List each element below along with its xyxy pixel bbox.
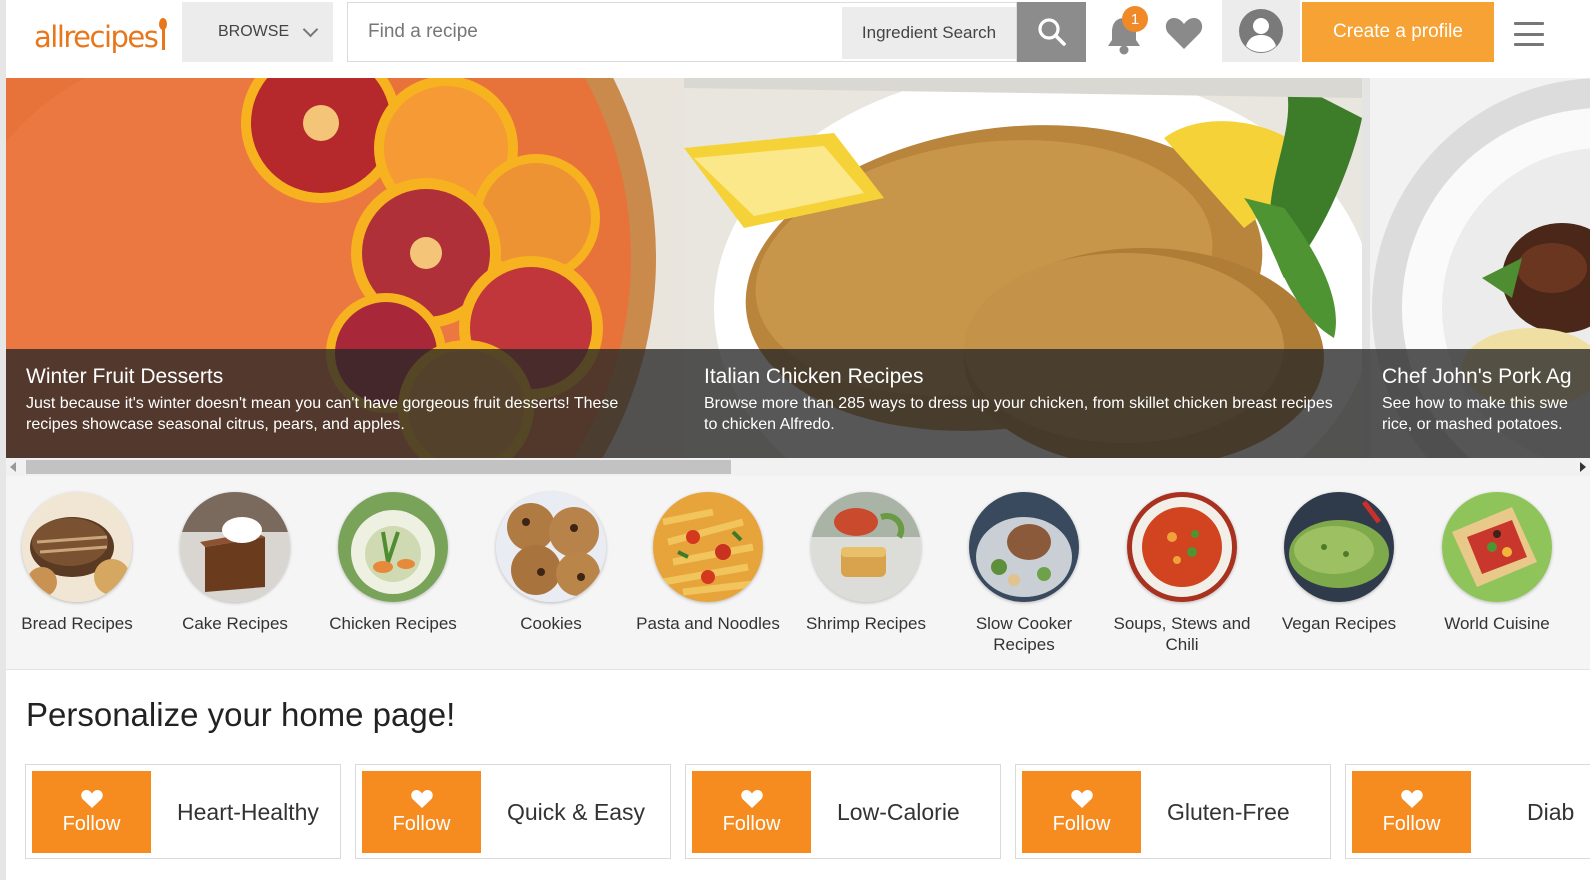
scroll-left-arrow-icon[interactable] xyxy=(10,462,16,472)
search-button[interactable] xyxy=(1017,2,1086,62)
topic-label: Low-Calorie xyxy=(837,799,960,825)
follow-card: Follow Low-Calorie xyxy=(685,764,1001,859)
category-image xyxy=(653,492,763,602)
category-label: Cookies xyxy=(520,614,582,633)
category-label: Soups, Stews and Chili xyxy=(1113,614,1251,654)
category-cookies[interactable]: Cookies xyxy=(476,492,626,634)
topic-label: Quick & Easy xyxy=(507,799,646,825)
site-header: allrecipes BROWSE Ingredient Search 1 xyxy=(6,0,1590,78)
follow-label-text: Follow xyxy=(722,812,781,835)
follow-label-text: Follow xyxy=(62,812,121,835)
follow-card: Follow Gluten-Free xyxy=(1015,764,1331,859)
notification-badge: 1 xyxy=(1122,6,1148,32)
user-icon xyxy=(1239,9,1283,53)
carousel-scrollbar[interactable] xyxy=(6,458,1590,476)
category-label: World Cuisine xyxy=(1444,614,1550,633)
category-soups[interactable]: Soups, Stews and Chili xyxy=(1107,492,1257,655)
category-image xyxy=(811,492,921,602)
scroll-right-arrow-icon[interactable] xyxy=(1580,462,1586,472)
spoon-icon xyxy=(159,18,168,50)
create-profile-button[interactable]: Create a profile xyxy=(1302,2,1494,62)
follow-button[interactable]: Follow xyxy=(1352,771,1471,853)
category-vegan[interactable]: Vegan Recipes xyxy=(1264,492,1414,634)
slide-title[interactable]: Italian Chicken Recipes xyxy=(704,365,1342,389)
category-chicken[interactable]: Chicken Recipes xyxy=(318,492,468,634)
slide-title[interactable]: Winter Fruit Desserts xyxy=(26,365,664,389)
follow-card: Follow Diab xyxy=(1345,764,1590,859)
browse-label: BROWSE xyxy=(218,23,290,40)
category-world-cuisine[interactable]: World Cuisine xyxy=(1422,492,1572,634)
slide-description: Just because it's winter doesn't mean yo… xyxy=(26,395,619,433)
follow-label-text: Follow xyxy=(392,812,451,835)
category-image xyxy=(969,492,1079,602)
heart-icon xyxy=(1400,789,1423,808)
topic-label: Gluten-Free xyxy=(1167,799,1290,825)
category-shrimp[interactable]: Shrimp Recipes xyxy=(791,492,941,634)
follow-button[interactable]: Follow xyxy=(1022,771,1141,853)
search-bar: Ingredient Search xyxy=(347,2,1017,62)
scrollbar-thumb[interactable] xyxy=(26,460,731,474)
favorites-button[interactable] xyxy=(1164,16,1204,50)
personalize-title: Personalize your home page! xyxy=(26,696,456,733)
search-icon xyxy=(1037,18,1066,46)
featured-carousel: Winter Fruit Desserts Just because it's … xyxy=(6,78,1590,458)
heart-icon xyxy=(1165,18,1203,49)
category-image xyxy=(180,492,290,602)
follow-card: Follow Heart-Healthy xyxy=(25,764,341,859)
category-image xyxy=(1284,492,1394,602)
category-label: Cake Recipes xyxy=(182,614,288,633)
category-label: Pasta and Noodles xyxy=(636,614,780,633)
logo-text: allrecipes xyxy=(34,20,159,54)
topic-label: Heart-Healthy xyxy=(177,799,319,825)
category-slow-cooker[interactable]: Slow Cooker Recipes xyxy=(949,492,1099,655)
search-input[interactable] xyxy=(348,3,842,61)
category-label: Vegan Recipes xyxy=(1281,614,1397,633)
topic-label: Diab xyxy=(1527,799,1575,825)
category-image xyxy=(338,492,448,602)
category-bread[interactable]: Bread Recipes xyxy=(2,492,152,634)
slide-title[interactable]: Chef John's Pork Ag xyxy=(1382,365,1572,389)
follow-button[interactable]: Follow xyxy=(32,771,151,853)
category-label: Shrimp Recipes xyxy=(806,614,926,633)
slide-description: Browse more than 285 ways to dress up yo… xyxy=(704,395,1333,433)
chevron-down-icon xyxy=(302,21,319,37)
category-pasta[interactable]: Pasta and Noodles xyxy=(633,492,783,634)
category-image xyxy=(22,492,132,602)
browse-menu-button[interactable]: BROWSE xyxy=(182,2,333,62)
category-image xyxy=(1442,492,1552,602)
allrecipes-logo[interactable]: allrecipes xyxy=(34,12,168,62)
follow-button[interactable]: Follow xyxy=(362,771,481,853)
heart-icon xyxy=(1070,789,1093,808)
follow-card: Follow Quick & Easy xyxy=(355,764,671,859)
follow-label-text: Follow xyxy=(1382,812,1441,835)
heart-icon xyxy=(80,789,103,808)
carousel-slide[interactable]: Winter Fruit Desserts Just because it's … xyxy=(6,78,684,458)
category-image xyxy=(1127,492,1237,602)
heart-icon xyxy=(740,789,763,808)
carousel-slide[interactable]: Chef John's Pork Ag See how to make this… xyxy=(1362,78,1590,458)
category-label: Chicken Recipes xyxy=(329,614,457,633)
ingredient-search-button[interactable]: Ingredient Search xyxy=(842,7,1016,59)
recipe-categories: Bread Recipes Cake Recipes Chicken Recip… xyxy=(6,476,1590,670)
follow-button[interactable]: Follow xyxy=(692,771,811,853)
category-label: Bread Recipes xyxy=(21,614,133,633)
slide-caption: Chef John's Pork Ag See how to make this… xyxy=(1362,349,1590,458)
follow-label-text: Follow xyxy=(1052,812,1111,835)
heart-icon xyxy=(410,789,433,808)
hamburger-menu-icon[interactable] xyxy=(1514,22,1544,46)
category-image xyxy=(496,492,606,602)
slide-caption: Italian Chicken Recipes Browse more than… xyxy=(684,349,1362,458)
category-cake[interactable]: Cake Recipes xyxy=(160,492,310,634)
profile-button[interactable] xyxy=(1222,0,1300,62)
carousel-slide[interactable]: Italian Chicken Recipes Browse more than… xyxy=(684,78,1362,458)
category-label: Slow Cooker Recipes xyxy=(975,614,1073,654)
slide-description: See how to make this swe rice, or mashed… xyxy=(1382,395,1568,433)
slide-caption: Winter Fruit Desserts Just because it's … xyxy=(6,349,684,458)
